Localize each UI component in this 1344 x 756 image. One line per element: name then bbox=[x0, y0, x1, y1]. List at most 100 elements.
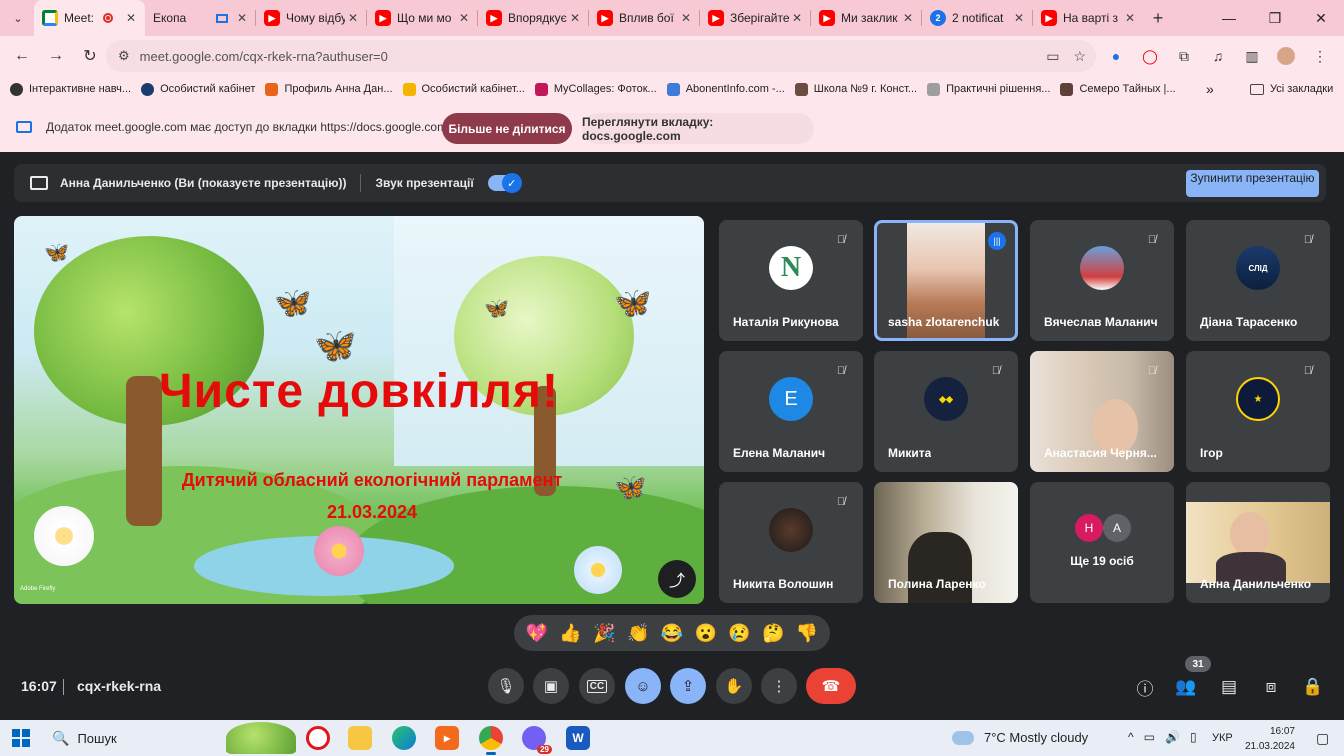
windows-start-icon[interactable] bbox=[12, 729, 30, 747]
reactions-button[interactable]: ☺ bbox=[625, 668, 661, 704]
close-window-icon[interactable]: ✕ bbox=[1298, 0, 1344, 36]
stop-presenting-button[interactable]: Зупинити презентацію bbox=[1186, 170, 1319, 197]
camera-in-use-icon[interactable]: ▭ bbox=[1046, 48, 1059, 65]
reaction-sad[interactable]: 😢 bbox=[725, 623, 753, 644]
battery-icon[interactable]: ▯ bbox=[1190, 730, 1197, 744]
widget-tree-icon[interactable] bbox=[226, 722, 296, 754]
new-tab-icon[interactable]: + bbox=[1144, 8, 1172, 29]
participant-tile[interactable]: 🎙̸ Вячеслав Маланич bbox=[1030, 220, 1174, 341]
bookmarks-overflow-icon[interactable]: » bbox=[1206, 81, 1214, 97]
edge-icon[interactable] bbox=[392, 726, 416, 750]
participant-tile[interactable]: 🎙̸ Полина Ларенко bbox=[874, 482, 1018, 603]
tab-youtube-4[interactable]: ▶ Вплив бої ✕ bbox=[589, 0, 700, 36]
reaction-party[interactable]: 🎉 bbox=[590, 623, 618, 644]
bookmark-item[interactable]: Особистий кабінет... bbox=[402, 82, 525, 96]
close-tab-icon[interactable]: ✕ bbox=[900, 11, 916, 25]
bookmark-item[interactable]: Семеро Тайных |... bbox=[1060, 82, 1176, 96]
system-clock[interactable]: 16:07 21.03.2024 bbox=[1243, 724, 1295, 754]
taskbar-search[interactable]: 🔍 Пошук bbox=[42, 724, 224, 752]
participant-tile[interactable]: ◆◆ 🎙̸ Микита bbox=[874, 351, 1018, 472]
close-tab-icon[interactable]: ✕ bbox=[123, 11, 139, 25]
bookmark-item[interactable]: MyCollages: Фоток... bbox=[534, 82, 657, 96]
tab-youtube-1[interactable]: ▶ Чому відбу ✕ bbox=[256, 0, 367, 36]
all-bookmarks-button[interactable]: Усі закладки bbox=[1250, 83, 1333, 95]
forward-icon[interactable]: → bbox=[40, 40, 72, 72]
captions-button[interactable]: CC bbox=[579, 668, 615, 704]
participant-tile[interactable]: ★ 🎙̸ Ігор bbox=[1186, 351, 1330, 472]
reaction-laugh[interactable]: 😂 bbox=[658, 623, 686, 644]
file-explorer-icon[interactable] bbox=[348, 726, 372, 750]
close-tab-icon[interactable]: ✕ bbox=[789, 11, 805, 25]
leave-call-button[interactable]: ☎ bbox=[806, 668, 856, 704]
tab-youtube-5[interactable]: ▶ Зберігайте ✕ bbox=[700, 0, 811, 36]
tab-youtube-2[interactable]: ▶ Що ми мо ✕ bbox=[367, 0, 478, 36]
reload-icon[interactable]: ↻ bbox=[74, 40, 106, 72]
bookmark-item[interactable]: Інтерактивне навч... bbox=[10, 82, 131, 96]
weather-widget[interactable]: 7°C Mostly cloudy bbox=[952, 730, 1088, 745]
address-bar[interactable]: ⚙ meet.google.com/cqx-rkek-rna?authuser=… bbox=[106, 40, 1096, 72]
view-shared-tab-button[interactable]: Переглянути вкладку: docs.google.com bbox=[582, 113, 814, 144]
present-button[interactable]: ⇪ bbox=[670, 668, 706, 704]
close-tab-icon[interactable]: ✕ bbox=[234, 11, 250, 25]
reaction-thumbs-down[interactable]: 👎 bbox=[793, 623, 821, 644]
reaction-thumbs-up[interactable]: 👍 bbox=[557, 623, 585, 644]
volume-icon[interactable]: 🔊 bbox=[1165, 730, 1180, 744]
participant-tile[interactable]: СЛІД 🎙̸ Діана Тарасенко bbox=[1186, 220, 1330, 341]
tray-overflow-icon[interactable]: ^ bbox=[1128, 730, 1134, 744]
close-tab-icon[interactable]: ✕ bbox=[456, 11, 472, 25]
more-options-button[interactable]: ⋮ bbox=[761, 668, 797, 704]
maximize-icon[interactable]: ❐ bbox=[1252, 0, 1298, 36]
notifications-icon[interactable]: ▢ bbox=[1316, 730, 1329, 747]
people-icon[interactable]: 👥 bbox=[1173, 674, 1199, 700]
reaction-clap[interactable]: 👏 bbox=[624, 623, 652, 644]
reaction-heart[interactable]: 💖 bbox=[523, 623, 551, 644]
activities-icon[interactable]: ⧈ bbox=[1258, 674, 1284, 700]
reaction-surprised[interactable]: 😮 bbox=[692, 623, 720, 644]
close-tab-icon[interactable]: ✕ bbox=[345, 11, 361, 25]
close-tab-icon[interactable]: ✕ bbox=[1011, 11, 1027, 25]
tab-search-icon[interactable]: ⌄ bbox=[6, 6, 30, 30]
tab-youtube-3[interactable]: ▶ Впорядкує ✕ bbox=[478, 0, 589, 36]
host-controls-icon[interactable]: 🔒 bbox=[1300, 674, 1326, 700]
bookmark-item[interactable]: Школа №9 г. Конст... bbox=[794, 82, 917, 96]
opera-icon[interactable] bbox=[306, 726, 330, 750]
network-icon[interactable]: ▭ bbox=[1144, 730, 1155, 744]
more-participants-tile[interactable]: Н А Ще 19 осіб bbox=[1030, 482, 1174, 603]
language-indicator[interactable]: УКР bbox=[1212, 732, 1233, 744]
chat-icon[interactable]: ▤ bbox=[1216, 674, 1242, 700]
close-tab-icon[interactable]: ✕ bbox=[567, 11, 583, 25]
bookmark-star-icon[interactable]: ☆ bbox=[1073, 48, 1086, 65]
back-icon[interactable]: ← bbox=[6, 40, 38, 72]
participant-tile[interactable]: N 🎙̸ Наталія Рикунова bbox=[719, 220, 863, 341]
browser-menu-icon[interactable]: ⋮ bbox=[1306, 40, 1334, 72]
word-icon[interactable]: W bbox=[566, 726, 590, 750]
reaction-thinking[interactable]: 🤔 bbox=[759, 623, 787, 644]
bookmark-item[interactable]: Особистий кабінет bbox=[141, 82, 255, 96]
tab-ecopark[interactable]: Екопа ✕ bbox=[145, 0, 256, 232]
participant-tile[interactable]: ||| sasha zlotarenchuk bbox=[874, 220, 1018, 341]
tab-youtube-6[interactable]: ▶ Ми заклик ✕ bbox=[811, 0, 922, 36]
participant-tile-self[interactable]: Анна Данильченко bbox=[1186, 482, 1330, 603]
raise-hand-button[interactable]: ✋ bbox=[716, 668, 752, 704]
close-tab-icon[interactable]: ✕ bbox=[678, 11, 694, 25]
microphone-button[interactable]: 🎙 bbox=[488, 668, 524, 704]
stop-sharing-button[interactable]: Більше не ділитися bbox=[442, 113, 572, 144]
presentation-audio-toggle[interactable]: ✓ bbox=[487, 173, 522, 193]
meeting-info-icon[interactable]: ⓘ bbox=[1132, 674, 1158, 700]
viber-icon[interactable]: 29 bbox=[522, 726, 552, 754]
tab-notifications[interactable]: 2 2 notificat ✕ bbox=[922, 0, 1033, 36]
close-tab-icon[interactable]: ✕ bbox=[1122, 11, 1138, 25]
side-panel-icon[interactable]: ▥ bbox=[1238, 40, 1266, 72]
opera-extension-icon[interactable]: ◯ bbox=[1136, 40, 1164, 72]
bookmark-item[interactable]: AbonentInfo.com -... bbox=[666, 82, 785, 96]
participant-tile[interactable]: 🎙̸ Никита Волошин bbox=[719, 482, 863, 603]
participant-tile[interactable]: Е 🎙̸ Елена Маланич bbox=[719, 351, 863, 472]
extensions-puzzle-icon[interactable]: ⧉ bbox=[1170, 40, 1198, 72]
participant-tile[interactable]: 🎙̸ Анастасия Черня... bbox=[1030, 351, 1174, 472]
media-controls-icon[interactable]: ♫ bbox=[1204, 40, 1232, 72]
share-icon[interactable]: ⤴ bbox=[658, 560, 696, 598]
site-info-icon[interactable]: ⚙ bbox=[118, 48, 130, 64]
tab-meet[interactable]: Meet: ✕ bbox=[34, 0, 145, 36]
camera-button[interactable]: ▣ bbox=[533, 668, 569, 704]
minimize-icon[interactable]: — bbox=[1206, 0, 1252, 36]
